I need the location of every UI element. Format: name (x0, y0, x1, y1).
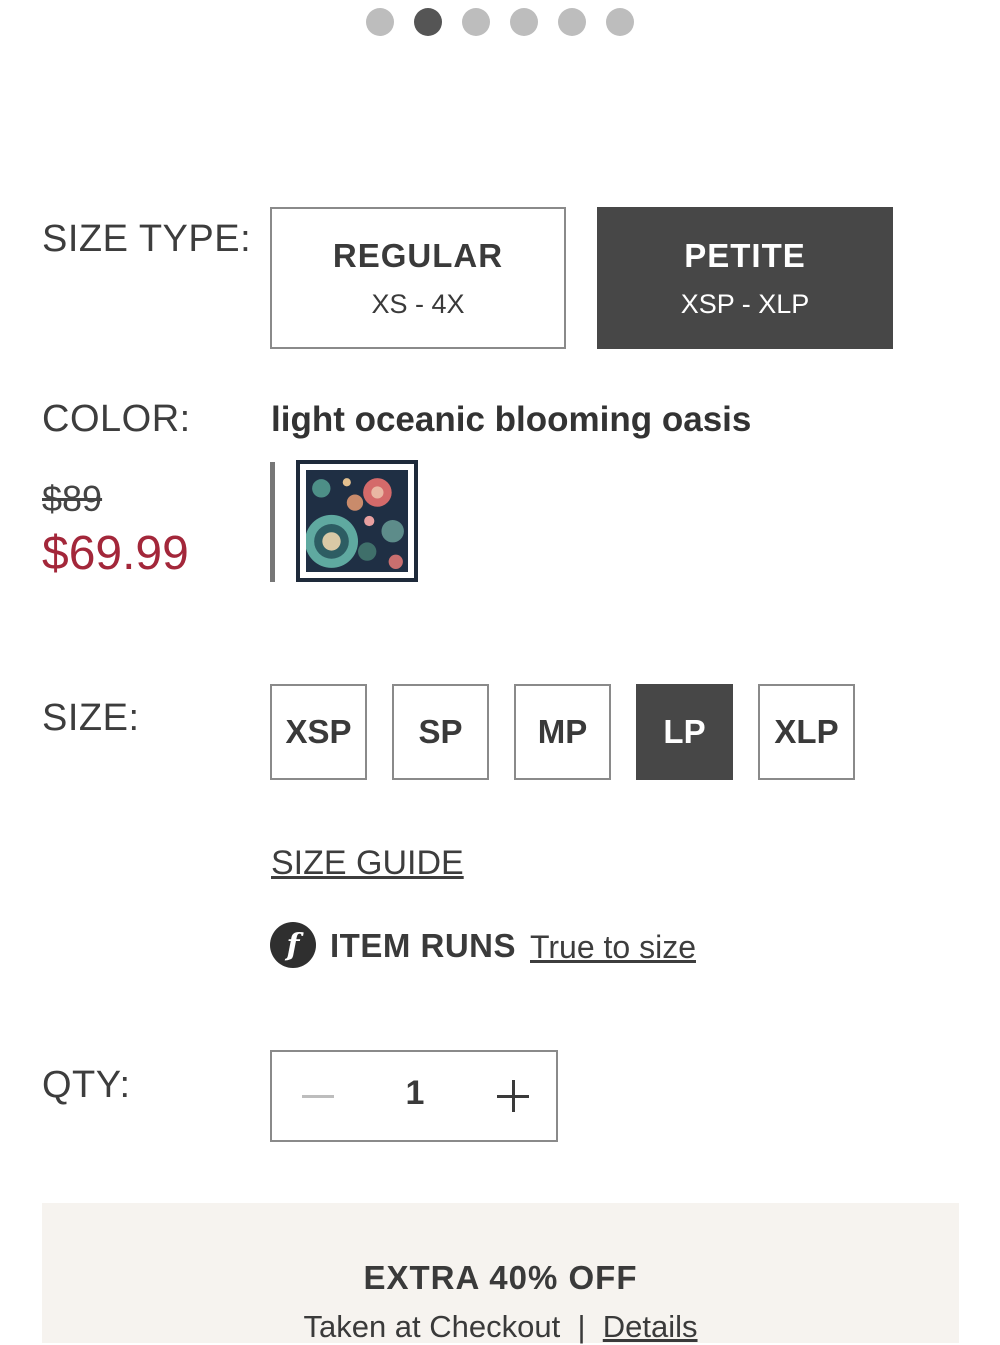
decrease-qty-button[interactable] (300, 1074, 340, 1118)
color-name: light oceanic blooming oasis (271, 400, 752, 439)
quantity-stepper: 1 (270, 1050, 558, 1142)
carousel-dot[interactable] (366, 8, 394, 36)
size-type-range: XS - 4X (371, 288, 465, 319)
floral-swatch-image (306, 470, 408, 572)
size-type-petite-button[interactable]: PETITE XSP - XLP (597, 207, 893, 349)
promo-separator: | (577, 1309, 586, 1344)
fit-value-link[interactable]: True to size (530, 929, 696, 966)
size-button-xlp[interactable]: XLP (758, 684, 855, 780)
promo-title: EXTRA 40% OFF (363, 1259, 638, 1296)
carousel-dot[interactable] (462, 8, 490, 36)
carousel-dot[interactable] (510, 8, 538, 36)
carousel-dot[interactable] (606, 8, 634, 36)
size-options: XSP SP MP LP XLP (270, 684, 855, 780)
swatch-divider (270, 462, 275, 582)
color-swatch-selected[interactable] (296, 460, 418, 582)
size-type-title: PETITE (684, 236, 806, 274)
size-button-mp[interactable]: MP (514, 684, 611, 780)
promo-details-link[interactable]: Details (603, 1309, 698, 1344)
size-label: SIZE: (42, 697, 140, 739)
promo-subtitle: Taken at Checkout | Details (42, 1309, 959, 1345)
promo-banner: EXTRA 40% OFF Taken at Checkout | Detail… (42, 1203, 959, 1345)
fit-info-icon: f (270, 922, 316, 968)
qty-label: QTY: (42, 1064, 131, 1106)
size-button-sp[interactable]: SP (392, 684, 489, 780)
promo-taken-text: Taken at Checkout (303, 1309, 561, 1344)
size-type-regular-button[interactable]: REGULAR XS - 4X (270, 207, 566, 349)
size-button-lp[interactable]: LP (636, 684, 733, 780)
fit-label: ITEM RUNS (330, 927, 516, 964)
size-type-title: REGULAR (332, 236, 504, 274)
size-button-xsp[interactable]: XSP (270, 684, 367, 780)
original-price: $89 (42, 478, 103, 519)
sale-price: $69.99 (42, 527, 189, 580)
quantity-value[interactable]: 1 (400, 1074, 430, 1113)
increase-qty-button[interactable] (494, 1076, 534, 1116)
color-label: COLOR: (42, 398, 191, 440)
image-carousel-dots (366, 8, 634, 36)
carousel-dot-active[interactable] (414, 8, 442, 36)
size-type-range: XSP - XLP (680, 288, 810, 319)
size-guide-link[interactable]: SIZE GUIDE (271, 844, 464, 883)
carousel-dot[interactable] (558, 8, 586, 36)
size-type-label: SIZE TYPE: (42, 218, 252, 260)
